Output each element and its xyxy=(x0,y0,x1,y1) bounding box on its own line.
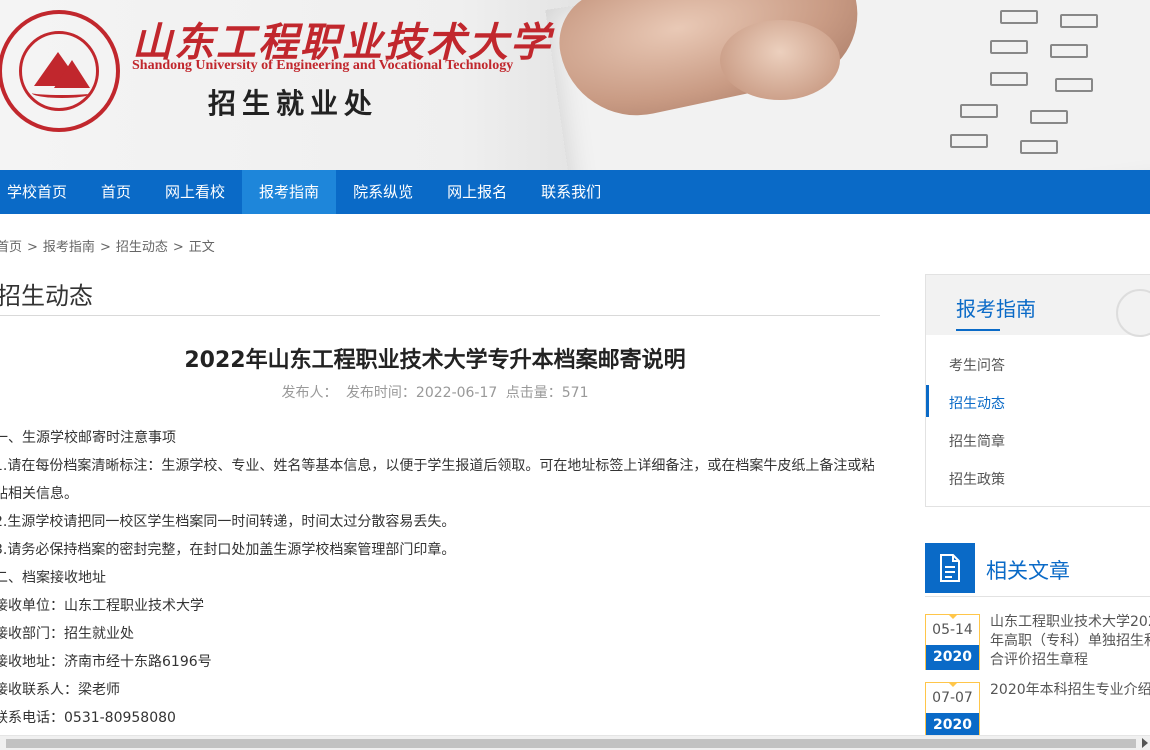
article-publisher: 发布人： xyxy=(281,385,338,401)
breadcrumb-separator: > xyxy=(99,240,111,255)
related-article-line: 山东工程职业技术大学2020 xyxy=(990,614,1150,630)
sidebar-item-qa[interactable]: 考生问答 xyxy=(949,355,1005,375)
article-paragraph: 接收部门：招生就业处 xyxy=(0,626,134,642)
breadcrumb: 首页 > 报考指南 > 招生动态 > 正文 xyxy=(0,236,220,255)
banner-hand-image xyxy=(720,20,840,100)
article-paragraph: 接收地址：济南市经十东路6196号 xyxy=(0,654,212,670)
sidebar-item-brochure[interactable]: 招生简章 xyxy=(949,431,1005,451)
banner-decoration xyxy=(1060,14,1098,28)
sidebar-title-underline xyxy=(956,329,1000,331)
banner-decoration xyxy=(1030,110,1068,124)
article-paragraph: 2.生源学校请把同一校区学生档案同一时间转递，时间太过分散容易丢失。 xyxy=(0,514,456,530)
article-date: 发布时间：2022-06-17 xyxy=(345,385,498,401)
date-marker xyxy=(948,682,958,687)
article-views: 点击量：571 xyxy=(505,385,589,401)
nav-item-contact[interactable]: 联系我们 xyxy=(524,170,618,214)
breadcrumb-link-news[interactable]: 招生动态 xyxy=(116,240,168,255)
scroll-right-arrow-icon[interactable] xyxy=(1142,738,1148,748)
related-article-line: 2020年本科招生专业介绍 xyxy=(990,682,1150,698)
article-paragraph: 贴相关信息。 xyxy=(0,486,78,502)
related-article-line: 年高职（专科）单独招生和综 xyxy=(990,633,1150,649)
related-article-link[interactable]: 2020年本科招生专业介绍 xyxy=(990,681,1150,700)
breadcrumb-link-exam-guide[interactable]: 报考指南 xyxy=(43,240,95,255)
sidebar-menu: 报考指南 考生问答 招生动态 招生简章 招生政策 xyxy=(925,274,1150,507)
logo-emblem xyxy=(19,31,99,111)
main-nav: 学校首页 首页 网上看校 报考指南 院系纵览 网上报名 联系我们 xyxy=(0,170,1150,214)
article-title: 2022年山东工程职业技术大学专升本档案邮寄说明 xyxy=(184,348,686,373)
related-item-date: 07-07 2020 xyxy=(925,682,980,738)
article-paragraph: 接收联系人：梁老师 xyxy=(0,682,120,698)
banner-decoration xyxy=(950,134,988,148)
breadcrumb-separator: > xyxy=(27,240,38,255)
date-year: 2020 xyxy=(926,645,979,670)
sidebar-active-marker xyxy=(926,385,929,417)
article-paragraph: 接收单位：山东工程职业技术大学 xyxy=(0,598,204,614)
article-meta: 发布人： 发布时间：2022-06-17 点击量：571 xyxy=(0,382,870,402)
related-article-line: 合评价招生章程 xyxy=(990,652,1088,668)
breadcrumb-separator: > xyxy=(172,240,184,255)
university-name-en: Shandong University of Engineering and V… xyxy=(132,58,514,73)
breadcrumb-link-home[interactable]: 首页 xyxy=(0,240,22,255)
nav-item-school-home[interactable]: 学校首页 xyxy=(0,170,84,214)
banner-decoration xyxy=(990,40,1028,54)
banner-decoration xyxy=(1020,140,1058,154)
related-divider xyxy=(925,596,1150,597)
sidebar-header: 报考指南 xyxy=(926,275,1150,337)
related-item-date: 05-14 2020 xyxy=(925,614,980,670)
breadcrumb-current: 正文 xyxy=(188,240,215,255)
nav-item-online-apply[interactable]: 网上报名 xyxy=(430,170,524,214)
date-marker xyxy=(948,614,958,619)
department-name: 招生就业处 xyxy=(208,87,379,120)
logo-wave xyxy=(32,88,92,98)
globe-icon xyxy=(1116,289,1150,337)
nav-item-exam-guide[interactable]: 报考指南 xyxy=(242,170,337,214)
article-paragraph: 联系电话：0531-80958080 xyxy=(0,710,176,726)
banner-decoration xyxy=(990,72,1028,86)
nav-item-departments[interactable]: 院系纵览 xyxy=(336,170,430,214)
header-banner: 山东工程职业技术大学 Shandong University of Engine… xyxy=(0,0,1150,170)
nav-item-home[interactable]: 首页 xyxy=(84,170,148,214)
horizontal-scrollbar[interactable] xyxy=(0,735,1150,750)
article-paragraph: 一、生源学校邮寄时注意事项 xyxy=(0,430,176,446)
article-paragraph: 二、档案接收地址 xyxy=(0,570,106,586)
banner-decoration xyxy=(1050,44,1088,58)
page: 山东工程职业技术大学 Shandong University of Engine… xyxy=(0,0,1150,750)
banner-decoration xyxy=(960,104,998,118)
article-paragraph: 1.请在每份档案清晰标注：生源学校、专业、姓名等基本信息，以便于学生报道后领取。… xyxy=(0,458,874,474)
sidebar-item-policy[interactable]: 招生政策 xyxy=(949,469,1005,489)
logo-mountain xyxy=(54,60,90,88)
banner-decoration xyxy=(1000,10,1038,24)
section-divider xyxy=(0,315,880,316)
document-icon xyxy=(925,543,975,593)
section-title: 招生动态 xyxy=(0,282,93,310)
date-month-day: 07-07 xyxy=(932,690,973,706)
banner-decoration xyxy=(1055,78,1093,92)
scrollbar-thumb[interactable] xyxy=(6,739,1136,748)
university-logo-seal[interactable] xyxy=(0,10,120,132)
sidebar-title: 报考指南 xyxy=(956,297,1036,321)
article-paragraph: 3.请务必保持档案的密封完整，在封口处加盖生源学校档案管理部门印章。 xyxy=(0,542,456,558)
related-article-link[interactable]: 山东工程职业技术大学2020 年高职（专科）单独招生和综 合评价招生章程 xyxy=(990,613,1150,670)
sidebar-item-news[interactable]: 招生动态 xyxy=(949,393,1005,413)
date-month-day: 05-14 xyxy=(932,622,973,638)
related-articles-title: 相关文章 xyxy=(986,559,1070,583)
nav-item-campus-tour[interactable]: 网上看校 xyxy=(148,170,242,214)
article-body: 一、生源学校邮寄时注意事项 1.请在每份档案清晰标注：生源学校、专业、姓名等基本… xyxy=(0,424,874,732)
